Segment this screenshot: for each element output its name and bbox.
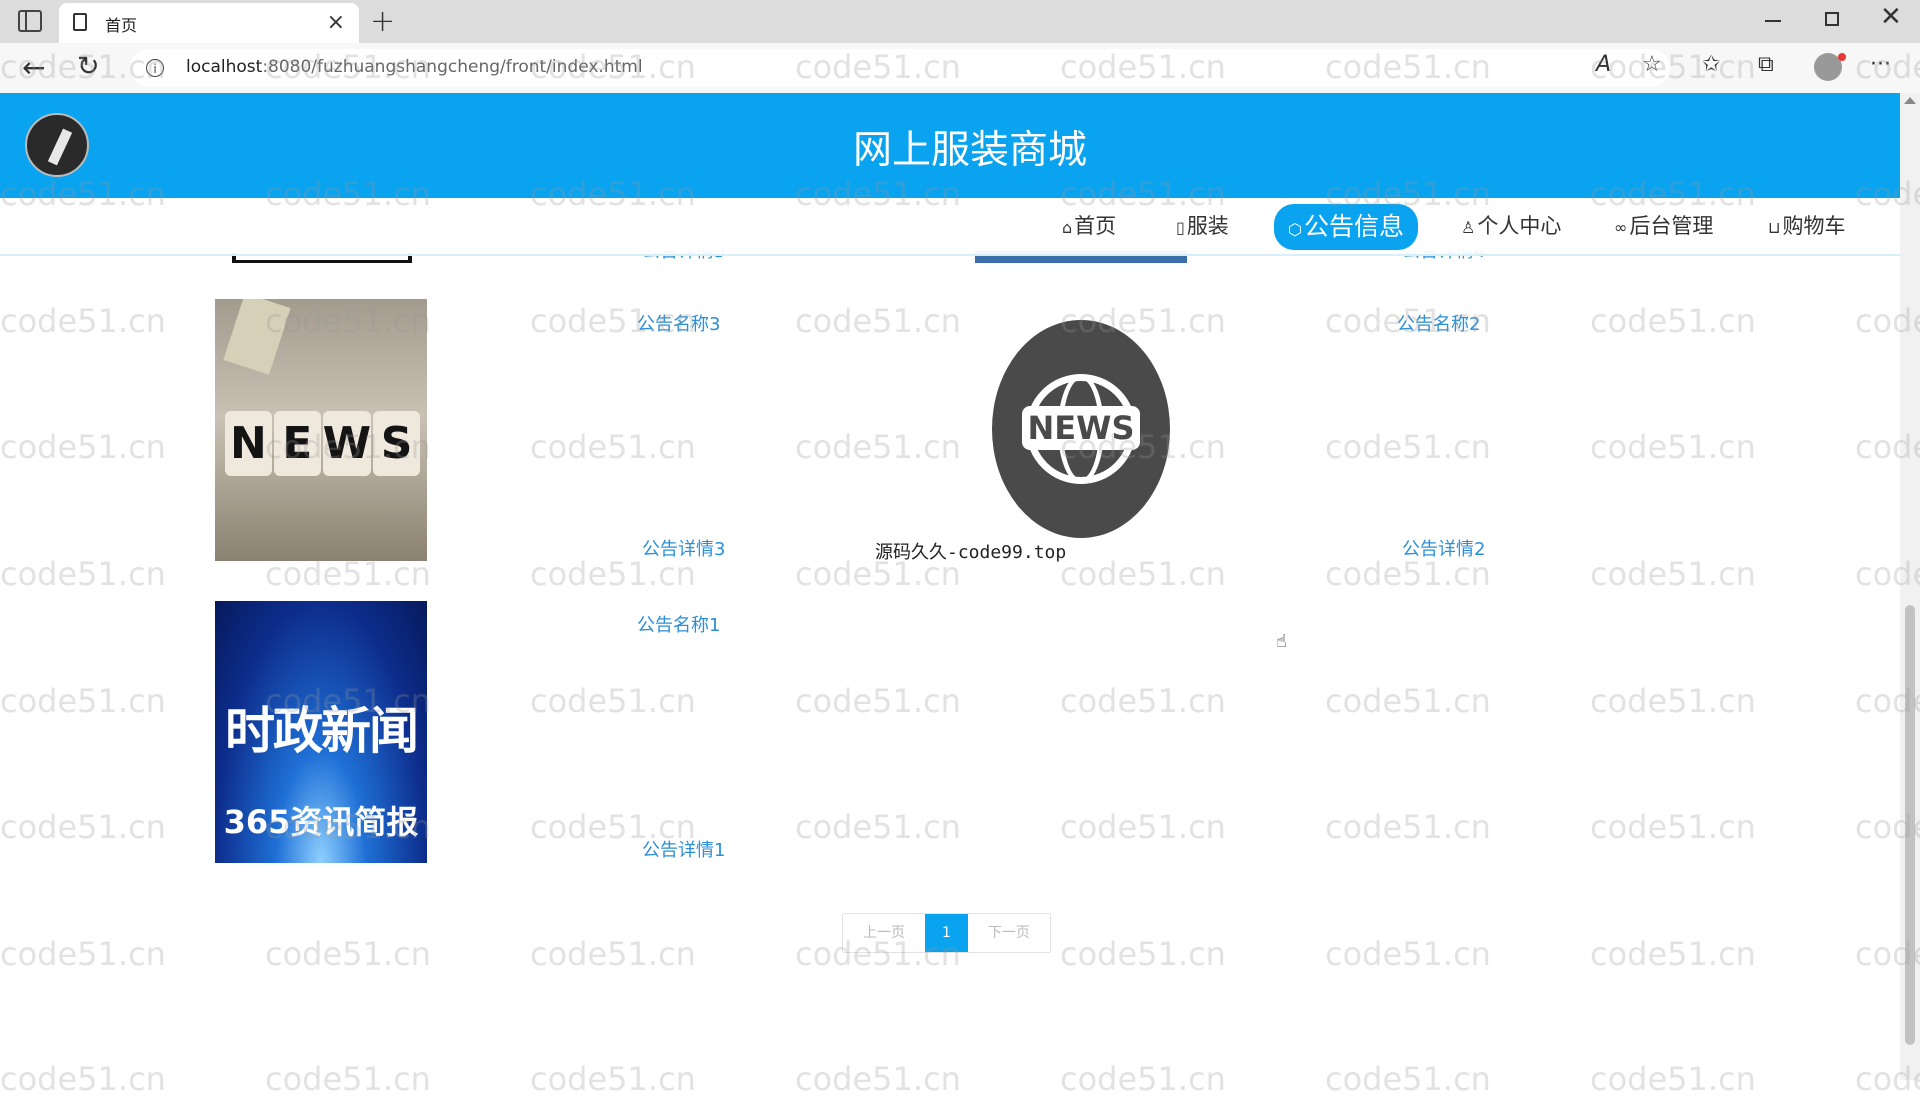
image-subline: 365资讯简报 [223,803,419,841]
scroll-thumb[interactable] [1905,605,1915,1045]
nav-label: 公告信息 [1303,212,1404,241]
nav-admin[interactable]: ∞后台管理 [1614,209,1713,243]
browser-tab[interactable]: 首页 × [59,3,359,43]
site-title: 网上服装商城 [852,128,1087,173]
scroll-up-icon[interactable] [1904,97,1916,104]
nav-label: 首页 [1074,214,1117,238]
favorites-icon[interactable]: ✩ [1702,52,1720,77]
home-icon: ⌂ [1062,218,1073,237]
notice-image[interactable]: N E W S [215,299,427,561]
prev-page-button[interactable]: 上一页 [843,914,925,952]
banknote-graphic [223,299,291,375]
notice-detail-link[interactable]: 公告详情1 [642,836,725,862]
site-header: 网上服装商城 [0,93,1900,198]
clipboard-icon: ▯ [1176,218,1185,237]
url-text[interactable]: localhost:8080/fuzhuangshangcheng/front/… [186,57,643,77]
address-bar[interactable]: i localhost:8080/fuzhuangshangcheng/fron… [130,49,1670,87]
pagination: 上一页 1 下一页 [842,913,1051,953]
news-cubes: N E W S [225,411,420,476]
notification-dot [1838,53,1846,61]
letter-cube: E [273,411,321,476]
news-label: NEWS [1022,406,1140,450]
read-aloud-icon[interactable]: A [1596,52,1611,77]
next-page-button[interactable]: 下一页 [968,914,1050,952]
url-path: :8080/fuzhuangshangcheng/front/index.htm… [262,57,643,77]
page-number-button[interactable]: 1 [925,914,968,952]
favorite-add-icon[interactable]: ☆ [1642,52,1662,77]
nav-cart[interactable]: ⊔购物车 [1768,209,1845,243]
notice-detail-link[interactable]: 公告详情3 [642,535,725,561]
letter-cube: W [322,411,372,476]
cart-icon: ⊔ [1768,218,1781,237]
more-icon[interactable]: ··· [1870,52,1891,77]
close-tab-icon[interactable]: × [327,10,345,35]
url-host: localhost [186,57,263,77]
notice-detail-link[interactable]: 公告详情2 [1402,535,1485,561]
letter-cube: N [225,411,272,476]
overlay-caption: 源码久久-code99.top [875,542,1067,563]
user-icon: ♙ [1461,218,1476,237]
reload-icon[interactable]: ↻ [77,51,100,82]
minimize-icon[interactable] [1765,20,1781,22]
restore-icon[interactable] [1825,12,1839,26]
nav-label: 后台管理 [1629,214,1714,238]
close-window-icon[interactable]: ✕ [1880,2,1902,32]
nav-label: 购物车 [1782,214,1846,238]
notice-name-link[interactable]: 公告名称1 [637,611,720,637]
page-icon [73,13,87,31]
page-viewport: 公告详情5 公告详情4 N E W S 公告名称3 公告详情3 NEWS 公告名… [0,93,1900,1080]
hand-cursor-icon: ☝ [1276,631,1287,652]
browser-tab-bar: 首页 × + ✕ [0,0,1920,43]
nav-home[interactable]: ⌂首页 [1062,209,1116,243]
notice-name-link[interactable]: 公告名称2 [1397,310,1480,336]
main-nav: ⌂首页 ▯服装 ⬡公告信息 ♙个人中心 ∞后台管理 ⊔购物车 [0,198,1900,256]
browser-toolbar: ← ↻ i localhost:8080/fuzhuangshangcheng/… [0,43,1920,93]
image-headline: 时政新闻 [225,702,419,760]
site-info-icon[interactable]: i [146,59,164,77]
tab-title: 首页 [105,16,138,35]
tab-actions-icon[interactable] [18,10,42,32]
nav-profile[interactable]: ♙个人中心 [1461,209,1561,243]
back-icon[interactable]: ← [22,51,45,84]
notice-name-link[interactable]: 公告名称3 [637,310,720,336]
nav-clothing[interactable]: ▯服装 [1176,209,1229,243]
new-tab-icon[interactable]: + [370,4,395,39]
letter-cube: S [373,411,420,476]
nav-label: 服装 [1186,214,1229,238]
page-scrollbar[interactable] [1900,93,1920,1080]
nav-label: 个人中心 [1477,214,1562,238]
collections-icon[interactable]: ⧉ [1758,52,1774,77]
cube-icon: ⬡ [1288,220,1302,239]
notice-image[interactable]: NEWS [992,320,1170,538]
link-icon: ∞ [1614,218,1628,237]
notice-image[interactable]: 时政新闻 365资讯简报 [215,601,427,863]
nav-notices[interactable]: ⬡公告信息 [1274,204,1418,250]
